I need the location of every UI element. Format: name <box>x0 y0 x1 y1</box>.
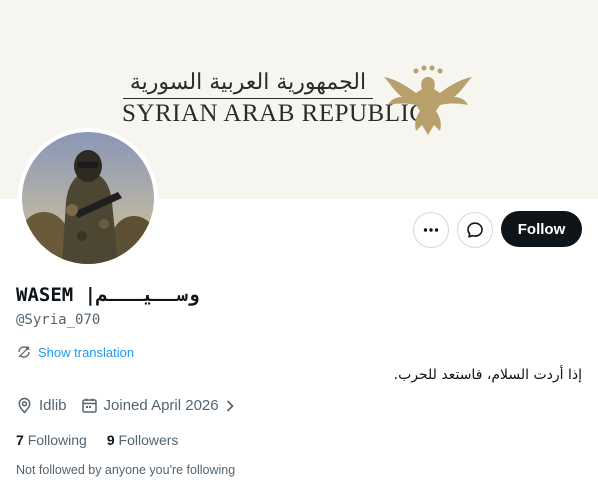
chevron-right-icon <box>226 399 234 412</box>
follow-button[interactable]: Follow <box>501 211 582 247</box>
location-text: Idlib <box>39 397 67 414</box>
avatar-photo <box>22 132 154 264</box>
joined-date[interactable]: Joined April 2026 <box>81 397 235 414</box>
banner-arabic-title: الجمهورية العربية السورية <box>129 70 367 95</box>
location: Idlib <box>16 397 67 414</box>
eagle-emblem-icon <box>384 65 472 135</box>
show-translation-link[interactable]: Show translation <box>16 344 134 360</box>
show-translation-label: Show translation <box>38 344 135 360</box>
joined-text: Joined April 2026 <box>103 397 219 414</box>
follow-stats: 7 Following 9 Followers <box>16 432 198 448</box>
location-pin-icon <box>18 397 31 414</box>
followers-link[interactable]: 9 Followers <box>107 432 179 448</box>
following-link[interactable]: 7 Following <box>16 432 87 448</box>
more-options-button[interactable] <box>413 212 449 248</box>
message-button[interactable] <box>457 212 493 248</box>
following-label: Following <box>27 432 87 448</box>
calendar-icon <box>81 398 97 413</box>
not-followed-note: Not followed by anyone you're following <box>16 463 236 477</box>
translate-icon <box>18 346 30 358</box>
more-dots-icon <box>423 228 439 232</box>
profile-meta: Idlib Joined April 2026 <box>16 397 249 414</box>
following-count: 7 <box>16 432 24 448</box>
display-name: WASEM |وســيـــم <box>16 284 200 306</box>
followers-label: Followers <box>118 432 179 448</box>
bio: إذا أردت السلام، فاستعد للحرب. <box>393 367 582 383</box>
banner-divider <box>123 98 373 99</box>
avatar[interactable] <box>18 128 158 268</box>
followers-count: 9 <box>106 432 115 448</box>
message-icon <box>467 222 483 238</box>
handle: @Syria_070 <box>16 312 101 328</box>
